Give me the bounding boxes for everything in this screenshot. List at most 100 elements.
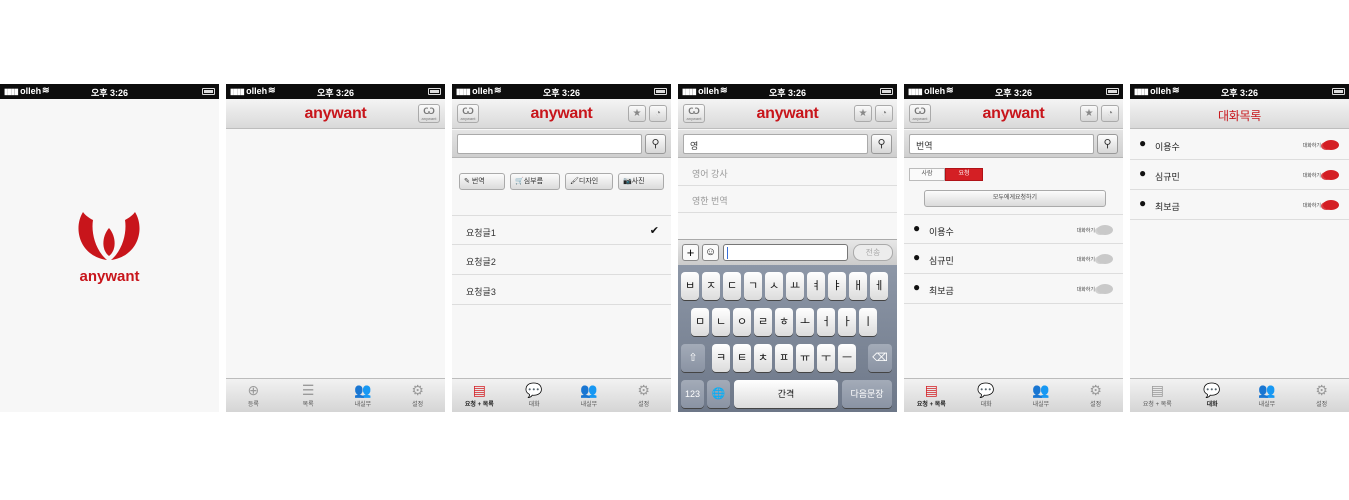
key[interactable]: ㅁ	[691, 308, 709, 336]
key[interactable]: ㅏ	[838, 308, 856, 336]
category-photo[interactable]: 📷사진	[618, 173, 664, 190]
favorite-button[interactable]: ★	[1080, 105, 1098, 122]
list-item[interactable]: 요청글3	[452, 275, 671, 305]
rss-button[interactable]: ◔	[875, 105, 893, 122]
status-bar: ▮▮▮▮ olleh ≋ 오후 3:26	[678, 84, 897, 99]
favorite-button[interactable]: ★	[854, 105, 872, 122]
tab-settings[interactable]: ⚙ 설정	[616, 379, 671, 412]
person-row[interactable]: ● 최보금 대화하기	[1130, 190, 1349, 220]
key[interactable]: ㅣ	[859, 308, 877, 336]
suggestion-item[interactable]: 영한 번역	[678, 186, 897, 213]
request-all-button[interactable]: 모두에게요청하기	[924, 190, 1106, 207]
key[interactable]: ㅡ	[838, 344, 856, 372]
person-row[interactable]: ● 이용수 대화하기	[1130, 130, 1349, 160]
category-translate[interactable]: ✎ 번역	[459, 173, 505, 190]
tab-chat[interactable]: 💬 대화	[507, 379, 562, 412]
shift-key[interactable]: ⇧	[681, 344, 705, 372]
search-input[interactable]	[457, 134, 642, 154]
splash-screen: ▮▮▮▮ olleh ≋ 오후 3:26 anywant	[0, 84, 219, 412]
search-button[interactable]: ⚲	[871, 134, 892, 154]
send-button[interactable]: 전송	[853, 244, 893, 261]
battery-icon	[1106, 88, 1119, 95]
tab-chat[interactable]: 💬 대화	[959, 379, 1014, 412]
key[interactable]: ㅗ	[796, 308, 814, 336]
search-input[interactable]: 번역	[909, 134, 1094, 154]
tab-my-work[interactable]: 👥 내실무	[1014, 379, 1069, 412]
key[interactable]: ㅛ	[786, 272, 804, 300]
message-input[interactable]	[723, 244, 848, 261]
tab-my-work[interactable]: 👥 내실무	[336, 379, 391, 412]
person-row[interactable]: ● 심규민 대화하기	[904, 244, 1123, 274]
tab-bar: ▤ 요청 + 목록 💬 대화 👥 내실무 ⚙ 설정	[904, 378, 1123, 412]
tab-request-list[interactable]: ▤ 요청 + 목록	[452, 379, 507, 412]
key[interactable]: ㅈ	[702, 272, 720, 300]
person-row[interactable]: ● 이용수 대화하기	[904, 214, 1123, 244]
key[interactable]: ㅌ	[733, 344, 751, 372]
numbers-key[interactable]: 123	[681, 380, 704, 408]
tab-my-work[interactable]: 👥 내실무	[1240, 379, 1295, 412]
tab-request-list[interactable]: ▤ 요청 + 목록	[1130, 379, 1185, 412]
person-row[interactable]: ● 심규민 대화하기	[1130, 160, 1349, 190]
chat-list-screen: ▮▮▮▮ olleh ≋ 오후 3:26 대화목록 ● 이용수 대화하기 ● 심…	[1130, 84, 1349, 412]
chat-link[interactable]: 대화하기	[1303, 202, 1321, 209]
category-errand[interactable]: 🛒심부름	[510, 173, 560, 190]
space-key[interactable]: 간격	[734, 380, 838, 408]
key[interactable]: ㅅ	[765, 272, 783, 300]
key[interactable]: ㅎ	[775, 308, 793, 336]
rss-button[interactable]: ◔	[1101, 105, 1119, 122]
brush-icon: 🖌	[570, 178, 579, 185]
segment-people[interactable]: 사람	[909, 168, 945, 181]
key[interactable]: ㅂ	[681, 272, 699, 300]
key[interactable]: ㄹ	[754, 308, 772, 336]
tab-list[interactable]: ☰ 목록	[281, 379, 336, 412]
tab-chat[interactable]: 💬 대화	[1185, 379, 1240, 412]
search-button[interactable]: ⚲	[1097, 134, 1118, 154]
status-bar: ▮▮▮▮ olleh ≋ 오후 3:26	[452, 84, 671, 99]
key[interactable]: ㅓ	[817, 308, 835, 336]
key[interactable]: ㄱ	[744, 272, 762, 300]
key[interactable]: ㄷ	[723, 272, 741, 300]
list-item[interactable]: 요청글2	[452, 245, 671, 275]
favorite-button[interactable]: ★	[628, 105, 646, 122]
tab-request-list[interactable]: ▤ 요청 + 목록	[904, 379, 959, 412]
chat-link[interactable]: 대화하기	[1077, 227, 1095, 234]
search-input[interactable]: 영	[683, 134, 868, 154]
key[interactable]: ㅋ	[712, 344, 730, 372]
suggestion-item[interactable]: 영어 강사	[678, 159, 897, 186]
key[interactable]: ㅇ	[733, 308, 751, 336]
segment-requests[interactable]: 요청	[945, 168, 983, 181]
tab-settings[interactable]: ⚙ 설정	[1294, 379, 1349, 412]
chat-link[interactable]: 대화하기	[1077, 256, 1095, 263]
gear-icon: ⚙	[1089, 382, 1102, 398]
key[interactable]: ㅐ	[849, 272, 867, 300]
emoji-button[interactable]: ☺	[702, 244, 719, 261]
list-item[interactable]: 요청글1 ✔	[452, 215, 671, 245]
rss-button[interactable]: ◔	[649, 105, 667, 122]
search-button[interactable]: ⚲	[645, 134, 666, 154]
key[interactable]: ㅠ	[796, 344, 814, 372]
globe-key[interactable]: 🌐	[707, 380, 730, 408]
anywant-home-button[interactable]: Ѡ anywant	[418, 104, 440, 123]
key[interactable]: ㄴ	[712, 308, 730, 336]
key[interactable]: ㅍ	[775, 344, 793, 372]
key[interactable]: ㅕ	[807, 272, 825, 300]
chat-bubble-icon	[1095, 225, 1113, 235]
chat-link[interactable]: 대화하기	[1303, 172, 1321, 179]
chat-link[interactable]: 대화하기	[1303, 142, 1321, 149]
chat-icon: 💬	[1203, 382, 1221, 398]
add-button[interactable]: +	[682, 244, 699, 261]
key[interactable]: ㅑ	[828, 272, 846, 300]
key[interactable]: ㅔ	[870, 272, 888, 300]
person-row[interactable]: ● 최보금 대화하기	[904, 274, 1123, 304]
tab-settings[interactable]: ⚙ 설정	[1068, 379, 1123, 412]
backspace-key[interactable]: ⌫	[868, 344, 892, 372]
tab-settings[interactable]: ⚙ 설정	[390, 379, 445, 412]
tab-my-work[interactable]: 👥 내실무	[562, 379, 617, 412]
nav-bar: Ѡ anywant anywant ★ ◔	[452, 99, 671, 129]
next-key[interactable]: 다음문장	[842, 380, 892, 408]
category-design[interactable]: 🖌디자인	[565, 173, 613, 190]
tab-register[interactable]: ⊕ 등록	[226, 379, 281, 412]
key[interactable]: ㅜ	[817, 344, 835, 372]
chat-link[interactable]: 대화하기	[1077, 286, 1095, 293]
key[interactable]: ㅊ	[754, 344, 772, 372]
